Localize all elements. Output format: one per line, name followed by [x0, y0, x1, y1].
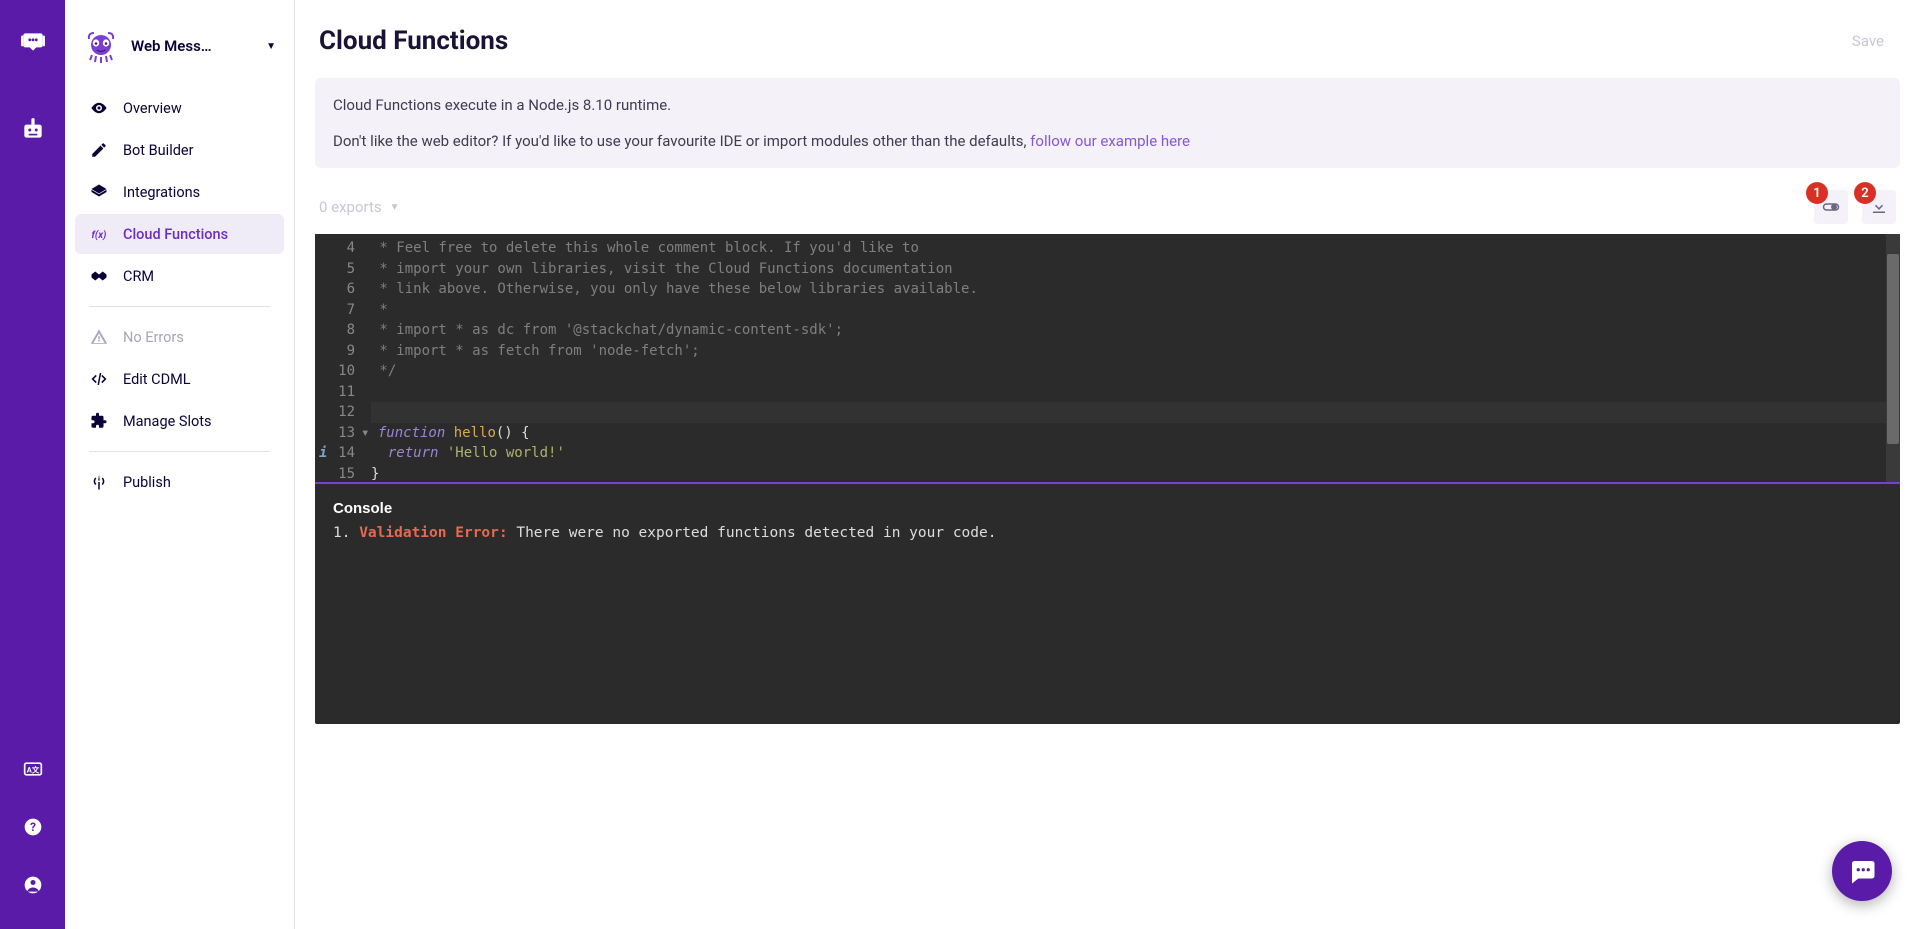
code-icon [89, 369, 109, 389]
error-label: Validation Error: [359, 525, 507, 541]
gutter: 45678910111213 i14151617 [315, 234, 363, 482]
sidebar-item-crm[interactable]: CRM [75, 256, 284, 296]
sidebar: Web Mess… ▼ Overview Bot Builder Integra… [65, 0, 295, 929]
info-line-1: Cloud Functions execute in a Node.js 8.1… [333, 96, 1882, 114]
sidebar-item-overview[interactable]: Overview [75, 88, 284, 128]
download-button[interactable]: 2 [1862, 190, 1896, 224]
chat-icon [1847, 856, 1877, 886]
badge-2: 2 [1854, 182, 1876, 204]
editor-toolbar: 0 exports ▼ 1 2 [295, 168, 1920, 234]
app-logo-icon [83, 28, 119, 64]
layers-icon [89, 182, 109, 202]
save-button[interactable]: Save [1852, 32, 1884, 50]
app-name: Web Mess… [131, 37, 254, 55]
console-panel: Console 1. Validation Error: There were … [315, 484, 1900, 724]
function-icon: f(x) [89, 224, 109, 244]
code-editor[interactable]: 45678910111213 i14151617 * Feel free to … [315, 234, 1900, 484]
puzzle-icon [89, 411, 109, 431]
scrollbar[interactable] [1886, 234, 1900, 482]
handshake-icon [89, 266, 109, 286]
info-line-2: Don't like the web editor? If you'd like… [333, 132, 1882, 150]
help-icon[interactable]: ? [19, 813, 47, 841]
nav-separator [89, 306, 270, 307]
editor: 45678910111213 i14151617 * Feel free to … [315, 234, 1900, 724]
exports-label: 0 exports [319, 198, 382, 216]
sidebar-item-manage-slots[interactable]: Manage Slots [75, 401, 284, 441]
example-link[interactable]: follow our example here [1030, 132, 1190, 150]
chevron-down-icon: ▼ [390, 202, 400, 213]
pencil-icon [89, 140, 109, 160]
nav-separator [89, 451, 270, 452]
sidebar-item-publish[interactable]: Publish [75, 462, 284, 502]
nav-label: CRM [123, 268, 154, 285]
sidebar-item-bot-builder[interactable]: Bot Builder [75, 130, 284, 170]
error-text: There were no exported functions detecte… [508, 525, 997, 541]
sidebar-item-cloud-functions[interactable]: f(x) Cloud Functions [75, 214, 284, 254]
console-message: 1. Validation Error: There were no expor… [333, 525, 1882, 541]
code-body[interactable]: * Feel free to delete this whole comment… [363, 234, 1900, 482]
svg-text:f(x): f(x) [92, 230, 107, 241]
nav-label: Edit CDML [123, 371, 191, 388]
nav-label: Manage Slots [123, 413, 212, 430]
global-rail: A文 ? [0, 0, 65, 929]
nav-label: Bot Builder [123, 142, 194, 159]
console-title: Console [333, 500, 1882, 517]
main-content: Cloud Functions Save Cloud Functions exe… [295, 0, 1920, 929]
sidebar-item-integrations[interactable]: Integrations [75, 172, 284, 212]
chat-fab[interactable] [1832, 841, 1892, 901]
toggle-button[interactable]: 1 [1814, 190, 1848, 224]
nav-label: Integrations [123, 184, 200, 201]
scrollbar-thumb[interactable] [1887, 254, 1899, 444]
eye-icon [89, 98, 109, 118]
nav-list: Overview Bot Builder Integrations f(x) C… [75, 88, 284, 502]
bot-icon[interactable] [19, 116, 47, 144]
nav-label: Overview [123, 100, 182, 117]
app-selector[interactable]: Web Mess… ▼ [75, 24, 284, 88]
nav-label: Cloud Functions [123, 226, 228, 243]
antenna-icon [89, 472, 109, 492]
nav-label: Publish [123, 474, 171, 491]
account-icon[interactable] [19, 871, 47, 899]
exports-dropdown[interactable]: 0 exports ▼ [319, 198, 400, 216]
warning-icon [89, 327, 109, 347]
badge-1: 1 [1806, 182, 1828, 204]
svg-text:?: ? [30, 820, 36, 834]
nav-label: No Errors [123, 329, 184, 346]
chevron-down-icon: ▼ [266, 41, 276, 52]
sidebar-item-edit-cdml[interactable]: Edit CDML [75, 359, 284, 399]
page-title: Cloud Functions [319, 26, 508, 56]
svg-text:A文: A文 [26, 764, 39, 774]
info-banner: Cloud Functions execute in a Node.js 8.1… [315, 78, 1900, 168]
info-line-2-text: Don't like the web editor? If you'd like… [333, 132, 1030, 150]
sidebar-item-errors: No Errors [75, 317, 284, 357]
language-icon[interactable]: A文 [19, 755, 47, 783]
messenger-icon[interactable] [19, 28, 47, 56]
